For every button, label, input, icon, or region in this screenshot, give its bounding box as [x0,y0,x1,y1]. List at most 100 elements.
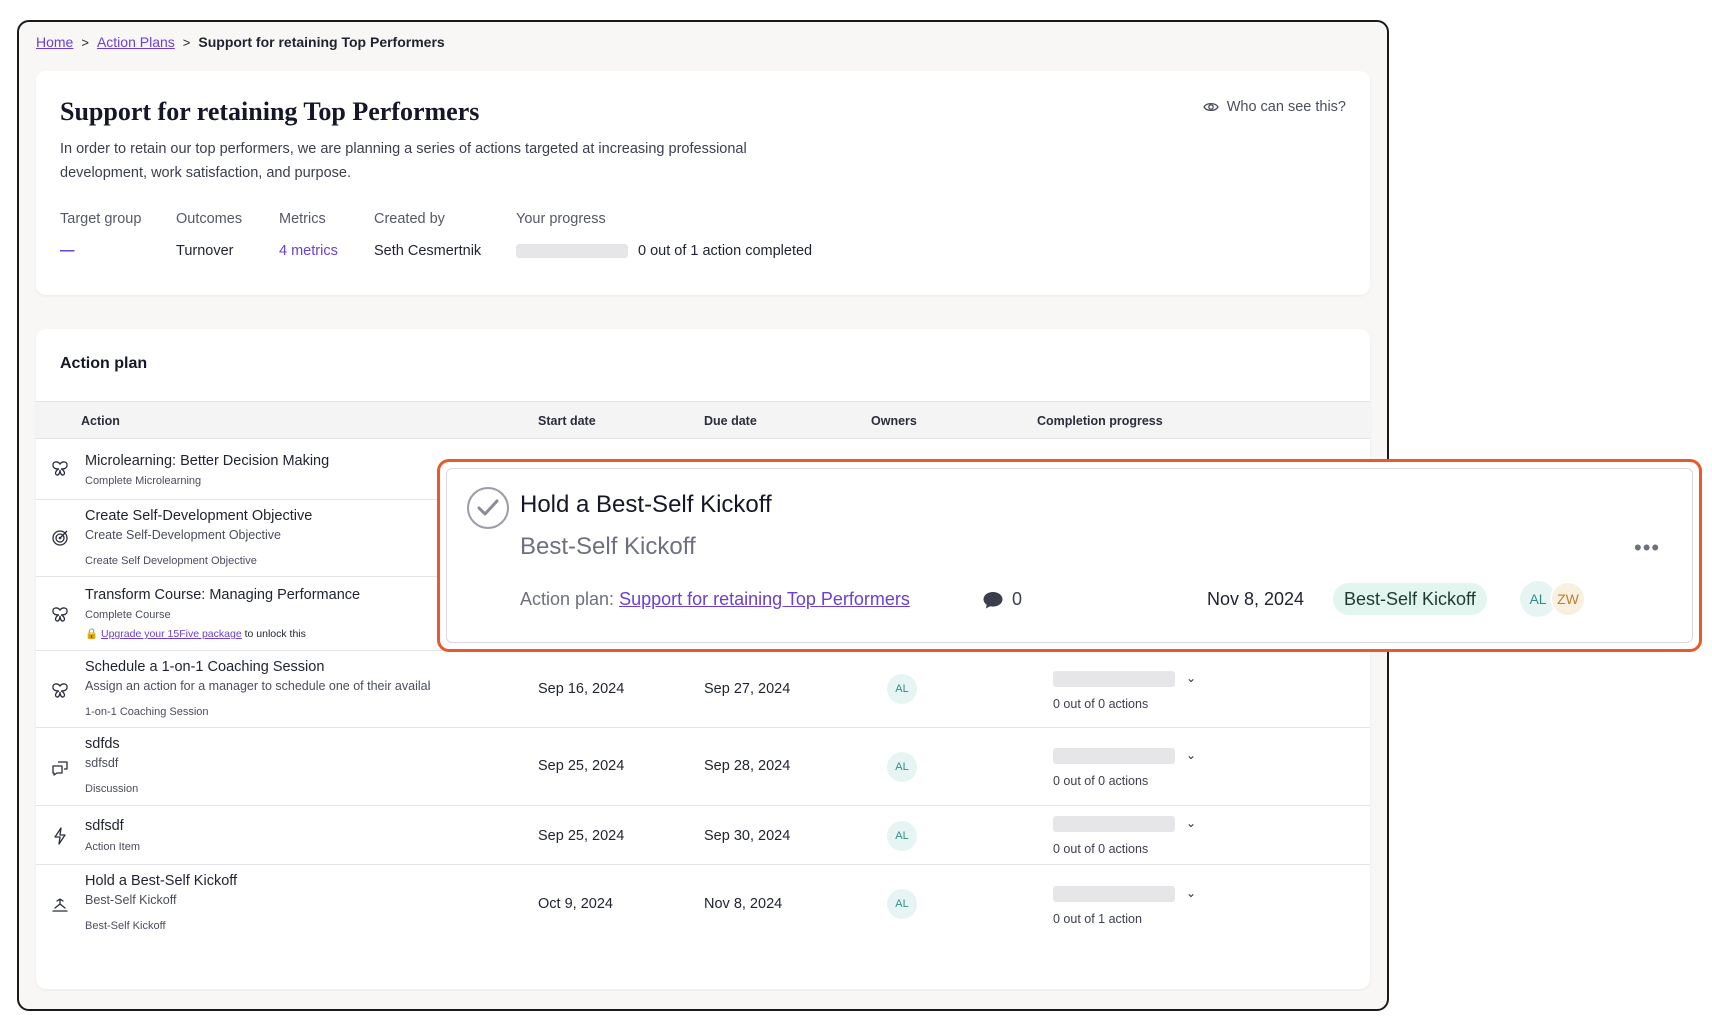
meta-label: Metrics [279,211,326,227]
column-header-start-date: Start date [538,414,596,428]
plan-header-card: Support for retaining Top Performers In … [36,71,1370,295]
table-row[interactable]: sdfds sdfsdf Discussion Sep 25, 2024 Sep… [36,728,1370,806]
comments-button[interactable]: 0 [982,589,1022,610]
highlight-frame: Hold a Best-Self Kickoff Best-Self Kicko… [437,459,1702,652]
table-row[interactable]: Hold a Best-Self Kickoff Best-Self Kicko… [36,865,1370,945]
popup-action-plan: Action plan: Support for retaining Top P… [520,589,910,610]
eye-icon [1202,102,1219,112]
meta-label: Outcomes [176,211,243,227]
avatar[interactable]: AL [887,674,917,704]
section-title: Action plan [60,355,148,372]
upgrade-suffix: to unlock this [244,628,306,640]
column-header-owners: Owners [871,414,917,428]
action-plan-prefix: Action plan: [520,589,615,609]
who-can-see-label: Who can see this? [1226,99,1346,115]
breadcrumb-home-link[interactable]: Home [36,34,73,50]
table-header: Action Start date Due date Owners Comple… [36,401,1370,439]
upgrade-link[interactable]: Upgrade your 15Five package [101,628,242,640]
chevron-down-icon[interactable]: ⌄ [1186,748,1196,762]
popup-title: Hold a Best-Self Kickoff [520,491,772,518]
action-plan-card: Action plan Action Start date Due date O… [36,329,1370,989]
meta-label: Created by [374,211,445,227]
comment-icon [983,591,1003,608]
completion-progress-text: 0 out of 0 actions [1053,842,1149,856]
chevron-down-icon[interactable]: ⌄ [1186,671,1196,685]
start-date: Sep 25, 2024 [538,828,625,844]
comment-count: 0 [1012,589,1023,609]
action-subtitle: Create Self-Development Objective [85,528,281,542]
breadcrumb-separator: > [182,34,191,50]
action-name[interactable]: sdfds [85,736,120,752]
page-title: Support for retaining Top Performers [60,97,480,126]
action-subtitle: Best-Self Kickoff [85,893,177,907]
check-icon[interactable] [467,487,509,529]
action-name[interactable]: Schedule a 1-on-1 Coaching Session [85,659,324,675]
action-subtitle: sdfsdf [85,756,119,770]
completion-progress-text: 0 out of 0 actions [1053,774,1149,788]
meta-label: Target group [60,211,142,227]
completion-progress-text: 0 out of 1 action [1053,912,1142,926]
avatar[interactable]: AL [887,889,917,919]
meta-metrics: Metrics 4 metrics [279,211,338,259]
action-type: Best-Self Kickoff [85,920,166,932]
breadcrumb-current: Support for retaining Top Performers [198,34,445,50]
action-plan-link[interactable]: Support for retaining Top Performers [619,589,910,609]
start-date: Sep 16, 2024 [538,681,625,697]
completion-progress-text: 0 out of 0 actions [1053,697,1149,711]
chevron-down-icon[interactable]: ⌄ [1186,886,1196,900]
chat-bubbles-icon [50,758,70,778]
who-can-see-button[interactable]: Who can see this? [1202,99,1346,115]
due-date: Sep 30, 2024 [704,828,791,844]
more-options-icon[interactable]: ••• [1634,535,1660,561]
breadcrumb-action-plans-link[interactable]: Action Plans [97,34,175,50]
table-row[interactable]: sdfsdf Action Item Sep 25, 2024 Sep 30, … [36,806,1370,865]
meta-value: — [60,243,75,259]
action-name[interactable]: sdfsdf [85,818,124,834]
due-date: Sep 27, 2024 [704,681,791,697]
butterfly-icon [50,605,70,625]
breadcrumb: Home > Action Plans > Support for retain… [36,34,445,50]
meta-value: Seth Cesmertnik [374,243,482,259]
metrics-link[interactable]: 4 metrics [279,243,338,259]
action-type: Action Item [85,841,141,853]
lightning-icon [50,826,70,846]
chevron-down-icon[interactable]: ⌄ [1186,816,1196,830]
butterfly-icon [50,459,70,479]
start-date: Oct 9, 2024 [538,896,613,912]
action-name[interactable]: Microlearning: Better Decision Making [85,453,329,469]
status-badge: Best-Self Kickoff [1333,583,1487,615]
action-type: Create Self Development Objective [85,555,257,567]
action-name[interactable]: Transform Course: Managing Performance [85,587,360,603]
avatar[interactable]: ZW [1550,581,1586,617]
action-detail-card[interactable]: Hold a Best-Self Kickoff Best-Self Kicko… [446,468,1693,643]
due-date: Nov 8, 2024 [704,896,783,912]
completion-progress-bar [1053,816,1175,832]
completion-progress-bar [1053,748,1175,764]
kickoff-icon [50,895,70,915]
due-date: Sep 28, 2024 [704,758,791,774]
action-name[interactable]: Create Self-Development Objective [85,508,312,524]
completion-progress-bar [1053,886,1175,902]
meta-your-progress: Your progress 0 out of 1 action complete… [516,211,812,259]
action-type: Complete Course [85,609,171,621]
meta-label: Your progress [516,211,606,227]
action-type: Complete Microlearning [85,475,202,487]
action-type: 1-on-1 Coaching Session [85,706,209,718]
column-header-due-date: Due date [704,414,757,428]
table-row[interactable]: Schedule a 1-on-1 Coaching Session Assig… [36,651,1370,728]
butterfly-icon [50,681,70,701]
lock-icon: 🔒 [85,628,99,640]
your-progress-bar [516,244,628,258]
meta-outcomes: Outcomes Turnover [176,211,242,259]
meta-value: Turnover [176,243,234,259]
plan-description: In order to retain our top performers, w… [60,141,747,181]
breadcrumb-separator: > [81,34,89,50]
popup-due-date: Nov 8, 2024 [1207,589,1305,609]
action-subtitle: Assign an action for a manager to schedu… [85,679,430,693]
completion-progress-bar [1053,671,1175,687]
action-name[interactable]: Hold a Best-Self Kickoff [85,873,237,889]
avatar[interactable]: AL [887,821,917,851]
action-type: Discussion [85,783,139,795]
upgrade-notice: 🔒 Upgrade your 15Five package to unlock … [85,627,306,640]
avatar[interactable]: AL [887,752,917,782]
